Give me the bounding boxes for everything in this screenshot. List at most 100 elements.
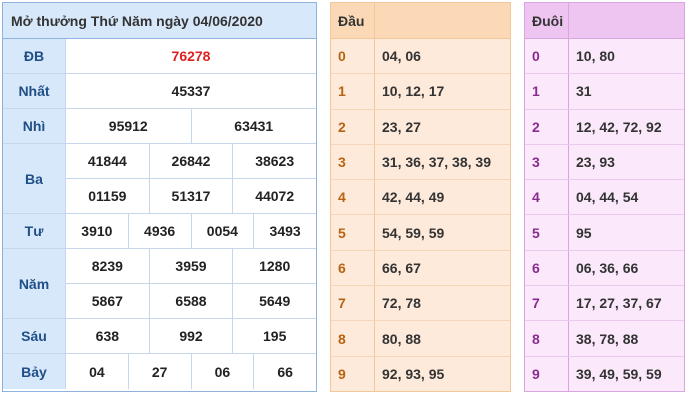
duoi-digit: 2 [525, 109, 569, 144]
duoi-values: 38, 78, 88 [576, 330, 639, 347]
dau-row: 3 31, 36, 37, 38, 39 [331, 144, 510, 181]
duoi-row: 9 39, 49, 59, 59 [525, 356, 684, 391]
duoi-digit: 8 [525, 321, 569, 356]
prize-number: 63431 [190, 109, 317, 143]
dau-digit: 3 [331, 144, 375, 180]
dau-digit: 8 [331, 321, 375, 356]
prize-name: Ba [3, 144, 66, 213]
dau-row: 1 10, 12, 17 [331, 74, 510, 110]
dau-values: 92, 93, 95 [382, 365, 445, 382]
dau-digit: 5 [331, 215, 375, 250]
prize-number: 95912 [108, 118, 148, 134]
duoi-table: Đuôi 0 10, 80 1 31 2 12, 42, 72, 92 3 23, 93 4 04… [524, 2, 685, 392]
duoi-header-label: Đuôi [525, 3, 569, 38]
dau-row: 7 72, 78 [331, 286, 510, 322]
prize-row: ĐB 76278 [3, 39, 316, 74]
prize-name: Nhất [3, 74, 66, 108]
dau-row: 0 04, 06 [331, 39, 510, 75]
prize-list: ĐB 76278 Nhất 45337 Nhì 95912 63431 Ba 41844 2684… [3, 39, 316, 389]
duoi-row: 6 06, 36, 66 [525, 250, 684, 287]
prize-number: 41844 [87, 153, 127, 169]
prize-number: 8239 [91, 258, 123, 274]
duoi-row: 0 10, 80 [525, 39, 684, 75]
prize-number: 51317 [148, 179, 233, 213]
dau-header-label: Đầu [331, 3, 375, 38]
duoi-row: 8 38, 78, 88 [525, 321, 684, 357]
dau-row: 8 80, 88 [331, 321, 510, 357]
duoi-digit: 0 [525, 39, 569, 74]
dau-row: 2 23, 27 [331, 109, 510, 145]
prize-name: Tư [3, 214, 66, 248]
duoi-row: 7 17, 27, 37, 67 [525, 286, 684, 322]
prize-number: 638 [95, 328, 120, 344]
prize-row: Nhất 45337 [3, 74, 316, 109]
dau-row: 6 66, 67 [331, 250, 510, 287]
prize-number: 38623 [232, 144, 316, 178]
prize-row: Nhì 95912 63431 [3, 109, 316, 144]
dau-digit: 9 [331, 356, 375, 391]
duoi-header: Đuôi [525, 3, 684, 39]
duoi-row: 3 23, 93 [525, 144, 684, 181]
dau-header: Đầu [331, 3, 510, 39]
prize-number: 3910 [81, 223, 113, 239]
lottery-results-table: Mở thưởng Thứ Năm ngày 04/06/2020 ĐB 7627… [2, 2, 317, 392]
duoi-digit: 3 [525, 144, 569, 180]
prize-number: 5649 [232, 284, 316, 318]
prize-number: 1280 [232, 249, 316, 283]
prize-name: Bảy [3, 354, 66, 389]
prize-number: 44072 [232, 179, 316, 213]
dau-values: 66, 67 [382, 259, 421, 276]
special-prize-number: 76278 [171, 48, 211, 64]
duoi-row: 4 04, 44, 54 [525, 180, 684, 216]
dau-values: 80, 88 [382, 330, 421, 347]
dau-digit: 7 [331, 286, 375, 321]
duoi-row: 2 12, 42, 72, 92 [525, 109, 684, 145]
duoi-row: 5 95 [525, 215, 684, 251]
dau-rows: 0 04, 06 1 10, 12, 17 2 23, 27 3 31, 36, 37, 38… [331, 39, 510, 391]
duoi-values: 10, 80 [576, 48, 615, 65]
duoi-values: 39, 49, 59, 59 [576, 365, 662, 382]
prize-row: Bảy 04 27 06 66 [3, 354, 316, 389]
dau-digit: 1 [331, 74, 375, 109]
prize-number: 26842 [148, 144, 233, 178]
duoi-values: 06, 36, 66 [576, 259, 639, 276]
prize-number: 04 [89, 363, 105, 380]
prize-number: 195 [232, 319, 316, 353]
dau-values: 31, 36, 37, 38, 39 [382, 154, 491, 171]
prize-number: 5867 [91, 293, 123, 309]
duoi-digit: 7 [525, 286, 569, 321]
prize-number: 3493 [253, 214, 316, 248]
prize-number: 0054 [190, 214, 254, 248]
prize-number: 4936 [127, 214, 191, 248]
dau-table: Đầu 0 04, 06 1 10, 12, 17 2 23, 27 3 31, 36, 37… [330, 2, 511, 392]
duoi-values: 23, 93 [576, 154, 615, 171]
dau-digit: 6 [331, 250, 375, 286]
prize-number: 45337 [171, 83, 211, 99]
duoi-values: 95 [576, 224, 592, 241]
prize-number: 992 [148, 319, 233, 353]
prize-name: ĐB [3, 39, 66, 73]
duoi-digit: 1 [525, 74, 569, 109]
prize-number: 27 [127, 354, 191, 389]
dau-row: 5 54, 59, 59 [331, 215, 510, 251]
prize-number: 66 [253, 354, 316, 389]
dau-digit: 2 [331, 109, 375, 144]
prize-name: Nhì [3, 109, 66, 143]
dau-values: 42, 44, 49 [382, 189, 445, 206]
prize-row: Tư 3910 4936 0054 3493 [3, 214, 316, 249]
duoi-digit: 6 [525, 250, 569, 286]
dau-values: 54, 59, 59 [382, 224, 445, 241]
prize-row: Sáu 638 992 195 [3, 319, 316, 354]
duoi-values: 17, 27, 37, 67 [576, 295, 662, 312]
prize-number: 06 [190, 354, 254, 389]
duoi-values: 12, 42, 72, 92 [576, 118, 662, 135]
results-title: Mở thưởng Thứ Năm ngày 04/06/2020 [3, 3, 316, 39]
prize-row: Ba 41844 26842 38623 01159 51317 44072 [3, 144, 316, 214]
prize-row: Năm 8239 3959 1280 5867 6588 5649 [3, 249, 316, 319]
prize-name: Năm [3, 249, 66, 318]
prize-name: Sáu [3, 319, 66, 353]
duoi-values: 04, 44, 54 [576, 189, 639, 206]
dau-digit: 0 [331, 39, 375, 74]
dau-row: 4 42, 44, 49 [331, 180, 510, 216]
duoi-digit: 5 [525, 215, 569, 250]
